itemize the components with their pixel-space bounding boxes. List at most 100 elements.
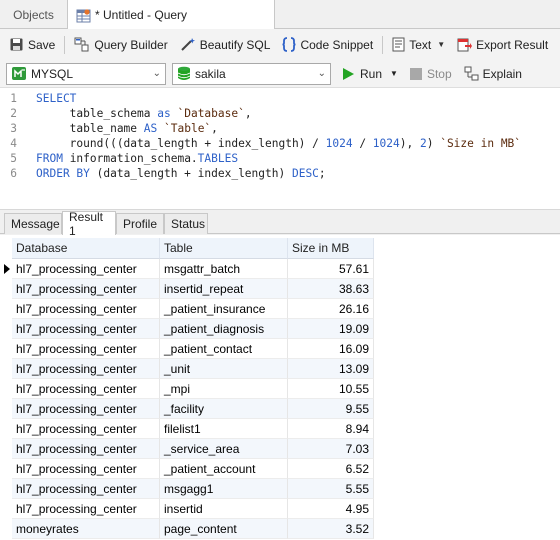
line-number: 6 bbox=[10, 167, 17, 180]
cell-database[interactable]: hl7_processing_center bbox=[12, 419, 160, 439]
cell-size[interactable]: 3.52 bbox=[288, 519, 374, 539]
table-row[interactable]: hl7_processing_center _unit 13.09 bbox=[0, 359, 380, 379]
tab-result-1[interactable]: Result 1 bbox=[62, 209, 116, 238]
save-button[interactable]: Save bbox=[6, 33, 58, 57]
query-builder-button[interactable]: Query Builder bbox=[71, 33, 170, 57]
code-line: 6 ORDER BY (data_length + index_length) D… bbox=[0, 166, 326, 181]
cell-size[interactable]: 19.09 bbox=[288, 319, 374, 339]
result-grid[interactable]: Database Table Size in MB hl7_processing… bbox=[0, 235, 560, 540]
cell-table[interactable]: _patient_insurance bbox=[160, 299, 288, 319]
table-row[interactable]: hl7_processing_center msgagg1 5.55 bbox=[0, 479, 380, 499]
tab-message[interactable]: Message bbox=[4, 213, 62, 234]
cell-size[interactable]: 4.95 bbox=[288, 499, 374, 519]
table-row[interactable]: hl7_processing_center _patient_contact 16.… bbox=[0, 339, 380, 359]
cell-size[interactable]: 26.16 bbox=[288, 299, 374, 319]
cell-database[interactable]: hl7_processing_center bbox=[12, 479, 160, 499]
table-row[interactable]: hl7_processing_center _service_area 7.03 bbox=[0, 439, 380, 459]
chevron-down-icon[interactable]: ▼ bbox=[390, 69, 398, 78]
text-output-label: Text bbox=[409, 37, 432, 52]
cell-table[interactable]: _facility bbox=[160, 399, 288, 419]
code-line: 4 round(((data_length + index_length) / … bbox=[0, 136, 521, 151]
cell-size[interactable]: 16.09 bbox=[288, 339, 374, 359]
code-snippet-button[interactable]: Code Snippet bbox=[279, 33, 376, 57]
tab-profile[interactable]: Profile bbox=[116, 213, 164, 234]
explain-button[interactable]: Explain bbox=[464, 66, 522, 81]
export-result-button[interactable]: Export Result bbox=[454, 33, 551, 57]
tab-result-label: Result 1 bbox=[69, 209, 104, 238]
cell-size[interactable]: 5.55 bbox=[288, 479, 374, 499]
cell-database[interactable]: hl7_processing_center bbox=[12, 399, 160, 419]
cell-table[interactable]: _service_area bbox=[160, 439, 288, 459]
table-row[interactable]: hl7_processing_center _mpi 10.55 bbox=[0, 379, 380, 399]
cell-database[interactable]: hl7_processing_center bbox=[12, 299, 160, 319]
toolbar-separator bbox=[64, 35, 66, 54]
cell-table[interactable]: _mpi bbox=[160, 379, 288, 399]
cell-size[interactable]: 8.94 bbox=[288, 419, 374, 439]
cell-database[interactable]: hl7_processing_center bbox=[12, 359, 160, 379]
tab-untitled-query[interactable]: * Untitled - Query bbox=[68, 0, 275, 30]
cell-database[interactable]: hl7_processing_center bbox=[12, 319, 160, 339]
tab-objects[interactable]: Objects bbox=[0, 0, 68, 29]
cell-table[interactable]: page_content bbox=[160, 519, 288, 539]
text-output-dropdown[interactable]: Text ▼ bbox=[389, 33, 448, 57]
table-row[interactable]: hl7_processing_center _patient_insurance 2… bbox=[0, 299, 380, 319]
cell-table[interactable]: insertid bbox=[160, 499, 288, 519]
code-line: 3 table_name AS `Table`, bbox=[0, 121, 218, 136]
cell-size[interactable]: 38.63 bbox=[288, 279, 374, 299]
table-row[interactable]: hl7_processing_center insertid_repeat 38.6… bbox=[0, 279, 380, 299]
cell-table[interactable]: msgattr_batch bbox=[160, 259, 288, 279]
table-row[interactable]: hl7_processing_center msgattr_batch 57.61 bbox=[0, 259, 380, 279]
table-row[interactable]: hl7_processing_center _patient_account 6.5… bbox=[0, 459, 380, 479]
cell-size[interactable]: 9.55 bbox=[288, 399, 374, 419]
result-tab-strip: Message Result 1 Profile Status bbox=[0, 209, 560, 238]
cell-size[interactable]: 7.03 bbox=[288, 439, 374, 459]
cell-size[interactable]: 6.52 bbox=[288, 459, 374, 479]
cell-database[interactable]: hl7_processing_center bbox=[12, 279, 160, 299]
cell-size[interactable]: 57.61 bbox=[288, 259, 374, 279]
stop-button[interactable]: Stop bbox=[409, 67, 452, 81]
cell-table[interactable]: _unit bbox=[160, 359, 288, 379]
cell-size[interactable]: 10.55 bbox=[288, 379, 374, 399]
tab-objects-label: Objects bbox=[13, 7, 54, 22]
cell-table[interactable]: msgagg1 bbox=[160, 479, 288, 499]
connection-bar: MYSQL ⌄ sakila ⌄ Run ▼ Stop Explain bbox=[0, 60, 560, 88]
tab-status[interactable]: Status bbox=[164, 213, 208, 234]
cell-table[interactable]: insertid_repeat bbox=[160, 279, 288, 299]
cell-table[interactable]: filelist1 bbox=[160, 419, 288, 439]
column-header-label: Database bbox=[16, 241, 68, 255]
code-line: 1 SELECT bbox=[0, 91, 76, 106]
cell-database[interactable]: moneyrates bbox=[12, 519, 160, 539]
table-row[interactable]: hl7_processing_center filelist1 8.94 bbox=[0, 419, 380, 439]
run-label: Run bbox=[360, 66, 383, 81]
code-text: ORDER BY (data_length + index_length) DE… bbox=[36, 167, 326, 180]
cell-table[interactable]: _patient_contact bbox=[160, 339, 288, 359]
cell-database[interactable]: hl7_processing_center bbox=[12, 339, 160, 359]
table-row[interactable]: hl7_processing_center _patient_diagnosis 1… bbox=[0, 319, 380, 339]
column-header-database[interactable]: Database bbox=[12, 238, 160, 259]
connection-select[interactable]: MYSQL ⌄ bbox=[6, 62, 166, 85]
sql-editor[interactable]: 1 SELECT 2 table_schema as `Database`, 3 … bbox=[0, 88, 560, 210]
run-button[interactable]: Run ▼ bbox=[341, 67, 398, 81]
tab-query-label: * Untitled - Query bbox=[95, 8, 188, 22]
chevron-down-icon: ⌄ bbox=[317, 68, 326, 79]
beautify-sql-label: Beautify SQL bbox=[199, 37, 271, 52]
play-icon bbox=[343, 67, 354, 80]
cell-database[interactable]: hl7_processing_center bbox=[12, 499, 160, 519]
explain-icon bbox=[464, 66, 479, 81]
cell-database[interactable]: hl7_processing_center bbox=[12, 259, 160, 279]
table-row[interactable]: hl7_processing_center _facility 9.55 bbox=[0, 399, 380, 419]
table-row[interactable]: hl7_processing_center insertid 4.95 bbox=[0, 499, 380, 519]
table-row[interactable]: moneyrates page_content 3.52 bbox=[0, 519, 380, 539]
beautify-sql-button[interactable]: Beautify SQL bbox=[177, 33, 274, 57]
cell-database[interactable]: hl7_processing_center bbox=[12, 379, 160, 399]
cell-size[interactable]: 13.09 bbox=[288, 359, 374, 379]
cell-database[interactable]: hl7_processing_center bbox=[12, 459, 160, 479]
cell-table[interactable]: _patient_account bbox=[160, 459, 288, 479]
cell-database[interactable]: hl7_processing_center bbox=[12, 439, 160, 459]
cell-table[interactable]: _patient_diagnosis bbox=[160, 319, 288, 339]
column-header-table[interactable]: Table bbox=[160, 238, 288, 259]
save-icon bbox=[10, 38, 23, 51]
database-select[interactable]: sakila ⌄ bbox=[172, 62, 331, 85]
query-builder-label: Query Builder bbox=[94, 37, 168, 52]
column-header-size[interactable]: Size in MB bbox=[288, 238, 374, 259]
